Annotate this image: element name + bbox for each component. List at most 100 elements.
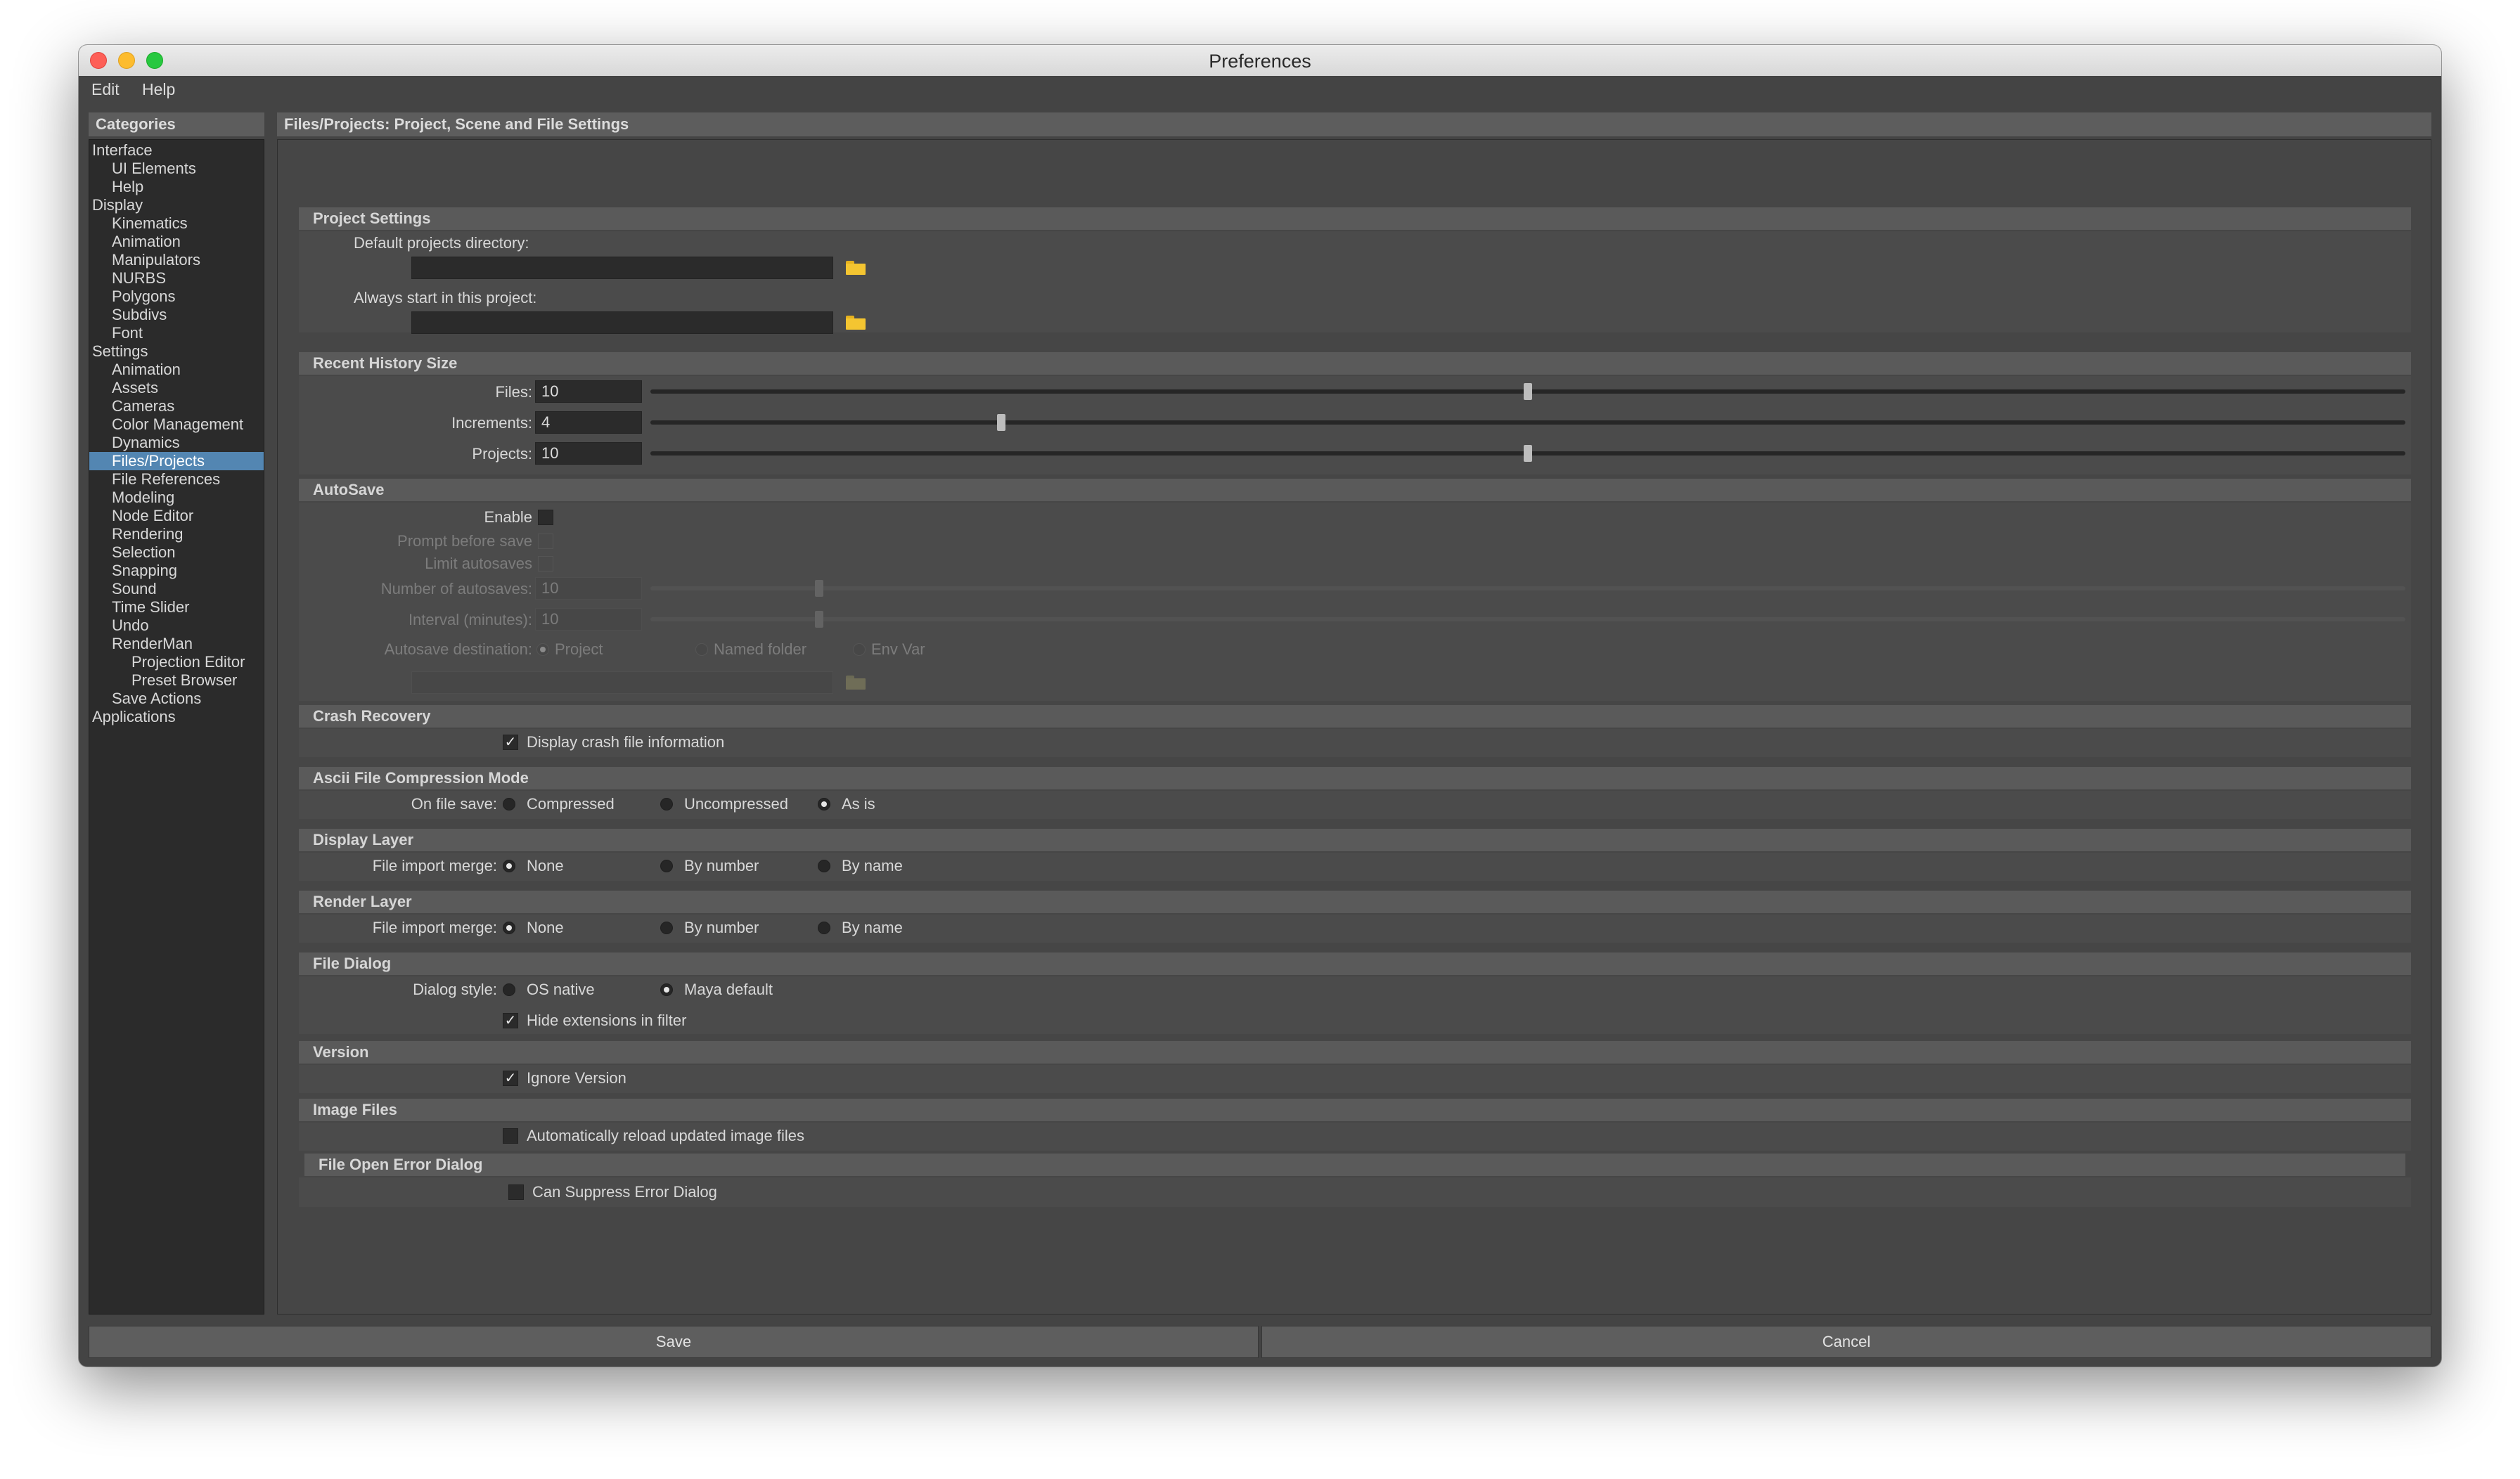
folder-icon[interactable] (846, 261, 866, 275)
folder-icon[interactable] (846, 316, 866, 330)
interval-slider-thumb[interactable] (815, 611, 823, 628)
prompt-before-save-checkbox[interactable] (538, 534, 553, 549)
dest-project-radio[interactable] (536, 643, 549, 656)
display-merge-number-label: By number (684, 857, 759, 874)
maya-default-radio[interactable] (660, 983, 673, 996)
files-history-input[interactable]: 10 (535, 380, 642, 403)
category-item[interactable]: RenderMan (89, 635, 264, 653)
render-merge-name-radio[interactable] (818, 922, 830, 934)
section-project-settings: Project Settings (299, 207, 2411, 230)
category-item[interactable]: Font (89, 324, 264, 342)
category-item[interactable]: Save Actions (89, 690, 264, 708)
file-open-error-body: Can Suppress Error Dialog (299, 1177, 2411, 1207)
section-recent-history: Recent History Size (299, 352, 2411, 375)
category-item[interactable]: Color Management (89, 415, 264, 434)
number-autosaves-input[interactable]: 10 (535, 577, 642, 600)
section-crash-recovery: Crash Recovery (299, 705, 2411, 728)
suppress-error-checkbox[interactable] (508, 1184, 524, 1200)
category-item[interactable]: Cameras (89, 397, 264, 415)
category-item[interactable]: Help (89, 178, 264, 196)
projects-history-input[interactable]: 10 (535, 442, 642, 465)
display-layer-body: File import merge: None By number By nam… (299, 853, 2411, 881)
increments-slider-track[interactable] (650, 420, 2405, 425)
files-history-slider-thumb[interactable] (1524, 383, 1532, 400)
render-layer-body: File import merge: None By number By nam… (299, 915, 2411, 943)
category-item[interactable]: NURBS (89, 269, 264, 288)
autosave-path-field[interactable] (411, 671, 833, 694)
menu-edit[interactable]: Edit (91, 80, 120, 99)
section-render-layer: Render Layer (299, 891, 2411, 913)
render-merge-number-label: By number (684, 919, 759, 936)
category-item[interactable]: Polygons (89, 288, 264, 306)
projects-history-slider-thumb[interactable] (1524, 445, 1532, 462)
category-item[interactable]: Rendering (89, 525, 264, 543)
compressed-radio[interactable] (503, 798, 515, 810)
auto-reload-images-checkbox[interactable] (503, 1128, 518, 1144)
category-item[interactable]: Kinematics (89, 214, 264, 233)
category-item[interactable]: Assets (89, 379, 264, 397)
number-autosaves-slider-track[interactable] (650, 586, 2405, 590)
as-is-radio[interactable] (818, 798, 830, 810)
category-item[interactable]: Time Slider (89, 598, 264, 616)
interval-label: Interval (minutes): (408, 611, 532, 628)
category-item[interactable]: Snapping (89, 562, 264, 580)
os-native-radio[interactable] (503, 983, 515, 996)
always-start-label: Always start in this project: (354, 289, 537, 306)
project-settings-body: Default projects directory: Always start… (299, 231, 2411, 334)
uncompressed-radio[interactable] (660, 798, 673, 810)
display-merge-number-radio[interactable] (660, 860, 673, 872)
destination-label: Autosave destination: (384, 640, 532, 658)
display-merge-name-label: By name (842, 857, 903, 874)
category-item[interactable]: Modeling (89, 489, 264, 507)
category-item[interactable]: File References (89, 470, 264, 489)
category-item[interactable]: Dynamics (89, 434, 264, 452)
render-merge-none-radio[interactable] (503, 922, 515, 934)
interval-input[interactable]: 10 (535, 608, 642, 631)
category-item[interactable]: Selection (89, 543, 264, 562)
window-title: Preferences (1209, 51, 1311, 72)
category-item[interactable]: Node Editor (89, 507, 264, 525)
category-item[interactable]: Subdivs (89, 306, 264, 324)
category-item[interactable]: Preset Browser (89, 671, 264, 690)
increments-input[interactable]: 4 (535, 411, 642, 434)
menu-help[interactable]: Help (142, 80, 175, 99)
dest-named-folder-radio[interactable] (695, 643, 708, 656)
category-item[interactable]: Settings (89, 342, 264, 361)
save-button[interactable]: Save (89, 1326, 1259, 1358)
folder-icon[interactable] (846, 676, 866, 690)
ignore-version-checkbox[interactable]: ✓ (503, 1071, 518, 1086)
category-item[interactable]: Sound (89, 580, 264, 598)
auto-reload-images-label: Automatically reload updated image files (527, 1127, 805, 1144)
category-item[interactable]: Display (89, 196, 264, 214)
interval-slider-track[interactable] (650, 617, 2405, 621)
category-item[interactable]: Manipulators (89, 251, 264, 269)
display-merge-name-radio[interactable] (818, 860, 830, 872)
autosave-enable-checkbox[interactable] (538, 510, 553, 525)
category-item[interactable]: Files/Projects (89, 452, 264, 470)
autosave-body: Enable Prompt before save Limit autosave… (299, 503, 2411, 701)
display-crash-info-checkbox[interactable]: ✓ (503, 735, 518, 750)
category-item[interactable]: Undo (89, 616, 264, 635)
on-file-save-label: On file save: (411, 795, 497, 813)
render-merge-none-label: None (527, 919, 564, 936)
number-autosaves-slider-thumb[interactable] (815, 580, 823, 597)
category-item[interactable]: UI Elements (89, 160, 264, 178)
limit-autosaves-checkbox[interactable] (538, 556, 553, 571)
dest-env-var-radio[interactable] (853, 643, 866, 656)
category-item[interactable]: Applications (89, 708, 264, 726)
category-item[interactable]: Projection Editor (89, 653, 264, 671)
hide-extensions-checkbox[interactable]: ✓ (503, 1013, 518, 1028)
uncompressed-label: Uncompressed (684, 795, 788, 813)
compressed-label: Compressed (527, 795, 615, 813)
category-item[interactable]: Animation (89, 361, 264, 379)
category-item[interactable]: Animation (89, 233, 264, 251)
render-merge-number-radio[interactable] (660, 922, 673, 934)
default-dir-label: Default projects directory: (354, 234, 529, 252)
category-item[interactable]: Interface (89, 141, 264, 160)
display-merge-none-radio[interactable] (503, 860, 515, 872)
menu-bar: Edit Help (79, 76, 2441, 104)
increments-slider-thumb[interactable] (997, 414, 1006, 431)
default-dir-field[interactable] (411, 257, 833, 279)
always-start-field[interactable] (411, 311, 833, 334)
cancel-button[interactable]: Cancel (1261, 1326, 2431, 1358)
